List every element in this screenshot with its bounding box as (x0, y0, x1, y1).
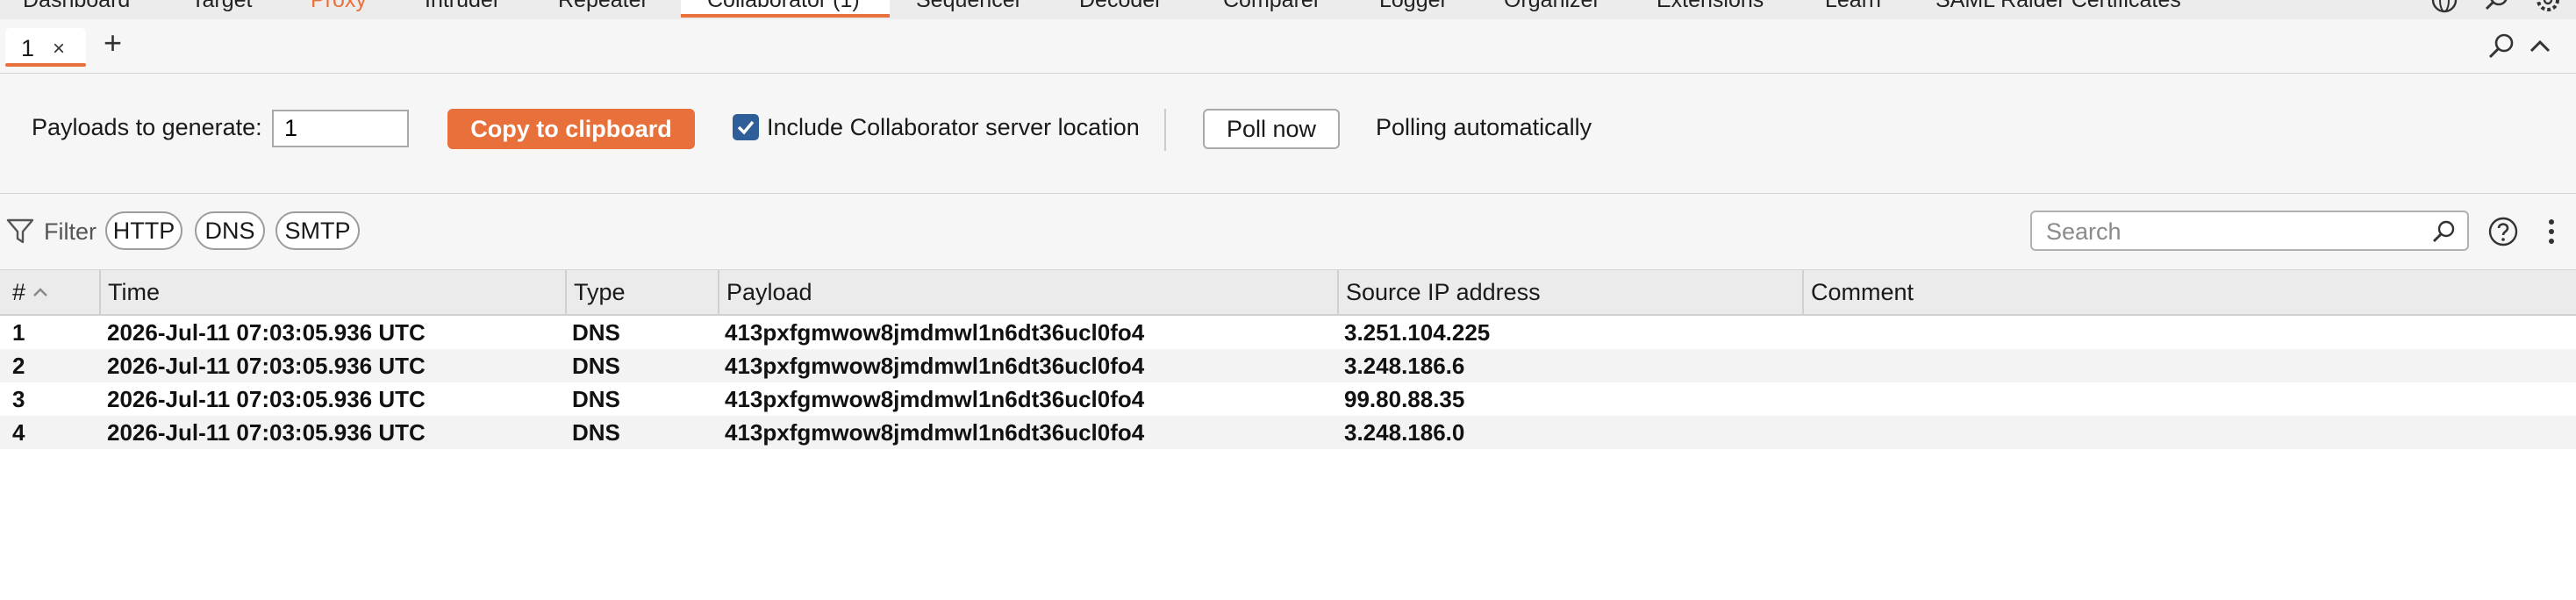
cell-type: DNS (572, 353, 620, 379)
tab-collaborator[interactable]: Collaborator (1) (707, 0, 860, 13)
cell-type: DNS (572, 419, 620, 446)
poll-now-button[interactable]: Poll now (1203, 109, 1340, 149)
table-row[interactable]: 4 2026-Jul-11 07:03:05.936 UTC DNS 413px… (0, 416, 2576, 449)
cell-time: 2026-Jul-11 07:03:05.936 UTC (107, 319, 426, 346)
copy-to-clipboard-button[interactable]: Copy to clipboard (447, 109, 695, 149)
search-field[interactable] (2030, 211, 2469, 251)
tab-proxy[interactable]: Proxy (311, 0, 367, 13)
cell-time: 2026-Jul-11 07:03:05.936 UTC (107, 353, 426, 379)
cell-comment[interactable] (1797, 316, 1809, 349)
cell-number: 1 (12, 319, 25, 346)
tab-target[interactable]: Target (191, 0, 252, 13)
table-row[interactable]: 2 2026-Jul-11 07:03:05.936 UTC DNS 413px… (0, 349, 2576, 382)
cell-source-ip: 3.251.104.225 (1344, 319, 1491, 346)
table-header: # Time Type Payload Source IP address Co… (0, 270, 2576, 316)
tab-organizer[interactable]: Organizer (1504, 0, 1600, 13)
column-header-payload[interactable]: Payload (719, 270, 1339, 314)
cell-source-ip: 99.80.88.35 (1344, 386, 1465, 412)
sort-ascending-icon (33, 288, 47, 296)
column-header-number[interactable]: # (0, 270, 101, 314)
subtab-label: 1 (21, 35, 35, 61)
tab-saml-raider-certificates[interactable]: SAML Raider Certificates (1936, 0, 2181, 13)
checkmark-icon (737, 120, 755, 135)
add-tab-button[interactable]: + (104, 25, 122, 61)
search-icon[interactable] (2483, 0, 2511, 16)
cell-source-ip: 3.248.186.0 (1344, 419, 1465, 446)
cell-source-ip: 3.248.186.6 (1344, 353, 1465, 379)
tab-dashboard[interactable]: Dashboard (23, 0, 130, 13)
tab-decoder[interactable]: Decoder (1079, 0, 1163, 13)
column-header-time[interactable]: Time (101, 270, 567, 314)
cell-comment[interactable] (1797, 416, 1809, 449)
main-tab-bar: Dashboard Target Proxy Intruder Repeater… (0, 0, 2576, 20)
cell-comment[interactable] (1797, 349, 1809, 382)
include-location-checkbox[interactable] (733, 114, 759, 140)
tab-comparer[interactable]: Comparer (1223, 0, 1320, 13)
cell-payload: 413pxfgmwow8jmdmwl1n6dt36ucl0fo4 (725, 353, 1145, 379)
table-row[interactable]: 1 2026-Jul-11 07:03:05.936 UTC DNS 413px… (0, 316, 2576, 349)
column-header-source-ip[interactable]: Source IP address (1339, 270, 1804, 314)
collaborator-controls: Payloads to generate: Copy to clipboard … (0, 74, 2576, 194)
payloads-to-generate-label: Payloads to generate: (32, 114, 262, 140)
tab-intruder[interactable]: Intruder (425, 0, 500, 13)
collapse-icon[interactable] (2527, 35, 2553, 58)
filter-label[interactable]: Filter (44, 218, 97, 246)
search-icon (2433, 220, 2455, 242)
active-tab-underline (681, 14, 890, 18)
cell-payload: 413pxfgmwow8jmdmwl1n6dt36ucl0fo4 (725, 386, 1145, 412)
settings-icon[interactable] (2534, 0, 2562, 16)
tab-repeater[interactable]: Repeater (558, 0, 648, 13)
search-input[interactable] (2044, 218, 2416, 246)
polling-status: Polling automatically (1376, 114, 1592, 140)
cell-payload: 413pxfgmwow8jmdmwl1n6dt36ucl0fo4 (725, 319, 1145, 346)
filter-chip-http[interactable]: HTTP (105, 211, 182, 250)
cell-type: DNS (572, 319, 620, 346)
cell-time: 2026-Jul-11 07:03:05.936 UTC (107, 386, 426, 412)
payloads-count-input[interactable] (272, 110, 409, 147)
cell-payload: 413pxfgmwow8jmdmwl1n6dt36ucl0fo4 (725, 419, 1145, 446)
column-header-comment[interactable]: Comment (1804, 270, 2576, 314)
cell-time: 2026-Jul-11 07:03:05.936 UTC (107, 419, 426, 446)
collaborator-tab-strip: 1 × + (0, 19, 2576, 74)
cell-number: 3 (12, 386, 25, 412)
include-location-label: Include Collaborator server location (767, 114, 1140, 140)
column-header-type[interactable]: Type (567, 270, 719, 314)
cell-type: DNS (572, 386, 620, 412)
table-row[interactable]: 3 2026-Jul-11 07:03:05.936 UTC DNS 413px… (0, 382, 2576, 416)
tab-sequencer[interactable]: Sequencer (916, 0, 1022, 13)
tab-learn[interactable]: Learn (1825, 0, 1881, 13)
help-icon[interactable] (2487, 215, 2520, 248)
close-icon[interactable]: × (53, 37, 65, 61)
search-icon[interactable] (2487, 32, 2516, 61)
tab-logger[interactable]: Logger (1379, 0, 1448, 13)
cell-number: 2 (12, 353, 25, 379)
filter-chip-smtp[interactable]: SMTP (275, 211, 360, 250)
cell-number: 4 (12, 419, 25, 446)
more-vertical-icon[interactable] (2541, 215, 2562, 248)
subtab-active-underline (5, 63, 86, 67)
cell-comment[interactable] (1797, 382, 1809, 416)
filter-icon[interactable] (5, 217, 35, 246)
filter-bar: Filter HTTP DNS SMTP (0, 194, 2576, 270)
collaborator-subtab-1[interactable]: 1 × (5, 28, 86, 67)
globe-icon[interactable] (2430, 0, 2458, 16)
tab-extensions[interactable]: Extensions (1657, 0, 1764, 13)
filter-chip-dns[interactable]: DNS (195, 211, 265, 250)
separator (1164, 109, 1166, 151)
